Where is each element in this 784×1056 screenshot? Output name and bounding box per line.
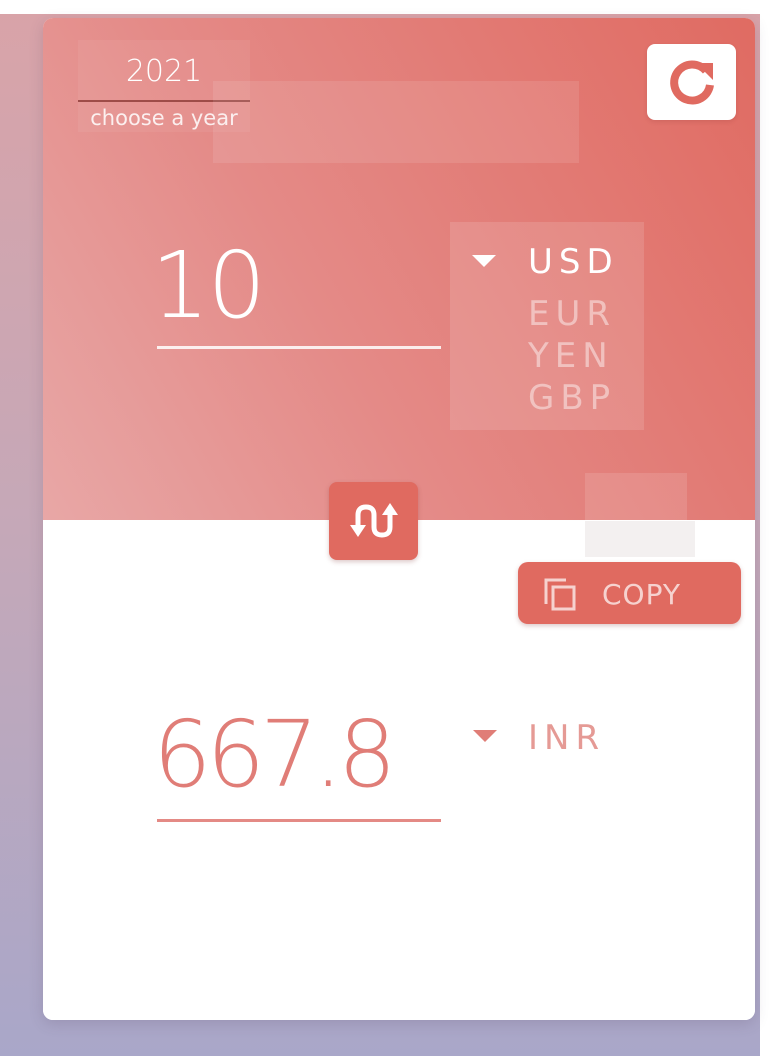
from-amount-underline [157, 346, 441, 349]
converter-card: 2021 choose a year 10 USD EUR YEN GBP CO… [43, 18, 755, 1020]
chevron-down-icon [472, 255, 496, 267]
swap-arrows-icon [349, 503, 398, 538]
currency-option-eur[interactable]: EUR [528, 294, 616, 334]
from-currency-dropdown[interactable]: USD EUR YEN GBP [450, 222, 644, 430]
to-currency-select[interactable]: INR [528, 718, 605, 758]
input-panel: 2021 choose a year 10 USD EUR YEN GBP [43, 18, 755, 521]
refresh-button[interactable] [647, 44, 736, 120]
swap-button[interactable] [329, 482, 418, 560]
window-edge-right [760, 0, 784, 1056]
currency-option-usd[interactable]: USD [528, 242, 619, 282]
currency-option-yen[interactable]: YEN [528, 336, 614, 376]
copy-icon [544, 578, 576, 611]
blurred-region [585, 473, 687, 521]
window-edge-top [0, 0, 784, 14]
blurred-region [585, 521, 695, 557]
chevron-down-icon[interactable] [473, 730, 497, 742]
currency-option-gbp[interactable]: GBP [528, 378, 616, 418]
blurred-region [213, 81, 579, 163]
copy-button-label: COPY [602, 578, 681, 611]
refresh-icon [669, 60, 714, 105]
converted-amount-underline [157, 819, 441, 822]
from-amount-input[interactable]: 10 [151, 232, 266, 339]
converted-amount: 667.8 [153, 701, 396, 808]
copy-button[interactable]: COPY [518, 562, 741, 624]
